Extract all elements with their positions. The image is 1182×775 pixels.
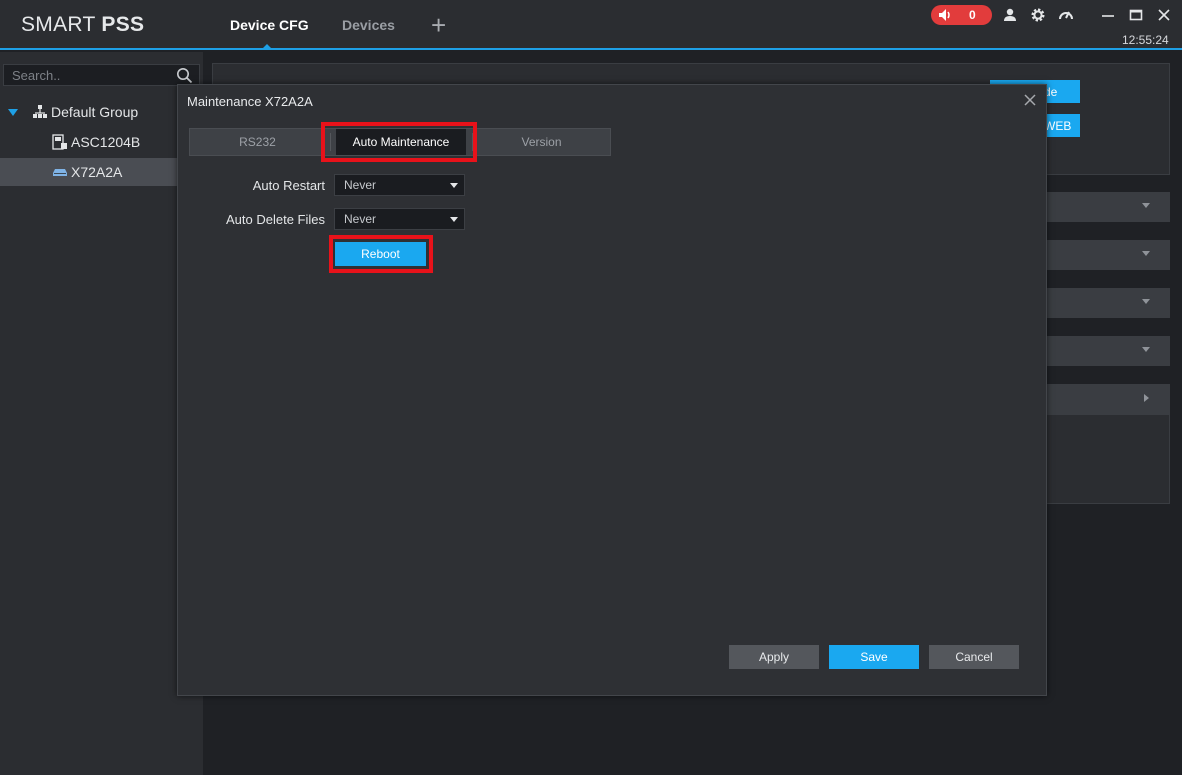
tab-devices[interactable]: Devices [342,17,395,33]
group-icon [33,105,47,118]
auto-delete-value: Never [344,212,377,226]
tab-rs232[interactable]: RS232 [190,129,325,155]
chevron-down-icon [1142,251,1150,256]
expand-caret-icon[interactable] [8,109,18,117]
reboot-button[interactable]: Reboot [335,242,426,266]
maximize-icon[interactable] [1128,7,1144,23]
dialog-tabs: RS232 Auto Maintenance Version [189,128,611,156]
close-window-icon[interactable] [1156,7,1172,23]
tree-item-x72a2a[interactable]: X72A2A [0,158,203,186]
title-bar: SMART PSS Device CFG Devices + 0 12:55:2… [0,0,1182,50]
nvr-device-icon [53,169,67,176]
dialog-title: Maintenance X72A2A [187,94,313,109]
tree-group-default[interactable]: Default Group [0,98,203,126]
search-icon[interactable] [176,67,193,84]
maintenance-dialog: Maintenance X72A2A RS232 Auto Maintenanc… [177,84,1047,696]
auto-delete-label: Auto Delete Files [226,212,325,227]
user-icon[interactable] [1002,7,1018,23]
auto-restart-select[interactable]: Never [334,174,465,196]
apply-button[interactable]: Apply [729,645,819,669]
tab-divider [330,133,331,151]
tree-item-asc1204b[interactable]: ASC1204B [0,128,203,156]
auto-delete-select[interactable]: Never [334,208,465,230]
save-button[interactable]: Save [829,645,919,669]
close-icon[interactable] [1023,93,1037,107]
auto-restart-value: Never [344,178,377,192]
gear-icon[interactable] [1030,7,1046,23]
tab-device-cfg[interactable]: Device CFG [230,17,309,33]
chevron-down-icon [1142,299,1150,304]
app-logo: SMART PSS [21,13,145,36]
alarm-count: 0 [969,8,976,22]
speaker-icon [939,9,950,21]
chevron-right-icon [1144,394,1149,402]
chevron-down-icon [450,183,458,188]
device-tree-panel: Default Group ASC1204B X72A2A [0,52,203,775]
tree-item-label: ASC1204B [71,134,141,150]
tree-item-label: Default Group [51,104,139,120]
gauge-icon[interactable] [1058,7,1074,23]
add-tab-icon[interactable]: + [431,11,446,39]
auto-restart-label: Auto Restart [252,178,325,193]
tree-item-label: X72A2A [71,164,123,180]
active-tab-indicator [263,44,271,48]
cancel-button[interactable]: Cancel [929,645,1019,669]
tab-auto-maintenance[interactable]: Auto Maintenance [336,129,466,155]
chevron-down-icon [1142,347,1150,352]
chevron-down-icon [450,217,458,222]
chevron-down-icon [1142,203,1150,208]
access-controller-icon [52,134,67,150]
minimize-icon[interactable] [1100,7,1116,23]
alarm-button[interactable]: 0 [931,5,992,25]
search-box [3,64,200,86]
search-input[interactable] [12,67,172,83]
clock: 12:55:24 [1122,33,1169,47]
tab-version[interactable]: Version [473,129,610,155]
